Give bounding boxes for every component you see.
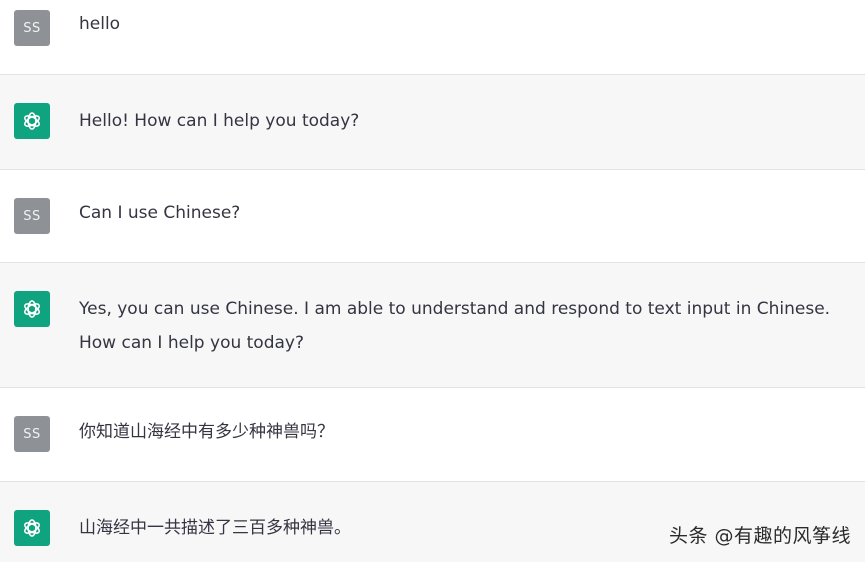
user-avatar-initials: SS (23, 426, 41, 442)
assistant-avatar (14, 510, 50, 546)
user-message-text: 你知道山海经中有多少种神兽吗？ (79, 422, 334, 442)
user-avatar: SS (14, 198, 50, 234)
user-message-text: Can I use Chinese? (79, 203, 241, 223)
message-row-user: SS Can I use Chinese? (0, 169, 865, 262)
user-avatar: SS (14, 416, 50, 452)
message-row-assistant: Yes, you can use Chinese. I am able to u… (0, 262, 865, 387)
watermark-text: 头条 @有趣的风筝线 (668, 525, 851, 547)
user-avatar-initials: SS (23, 20, 41, 36)
assistant-message-text: Hello! How can I help you today? (79, 111, 360, 131)
assistant-avatar (14, 103, 50, 139)
assistant-message-text: Yes, you can use Chinese. I am able to u… (79, 299, 831, 353)
openai-logo-icon (24, 300, 40, 318)
user-message-text: hello (79, 14, 121, 34)
message-row-user: SS 你知道山海经中有多少种神兽吗？ (0, 387, 865, 481)
assistant-avatar (14, 291, 50, 327)
user-avatar: SS (14, 10, 50, 46)
openai-logo-icon (24, 112, 40, 130)
message-row-assistant: Hello! How can I help you today? (0, 74, 865, 169)
user-avatar-initials: SS (23, 208, 41, 224)
openai-logo-icon (24, 519, 40, 537)
message-row-user: SS hello (0, 0, 865, 74)
